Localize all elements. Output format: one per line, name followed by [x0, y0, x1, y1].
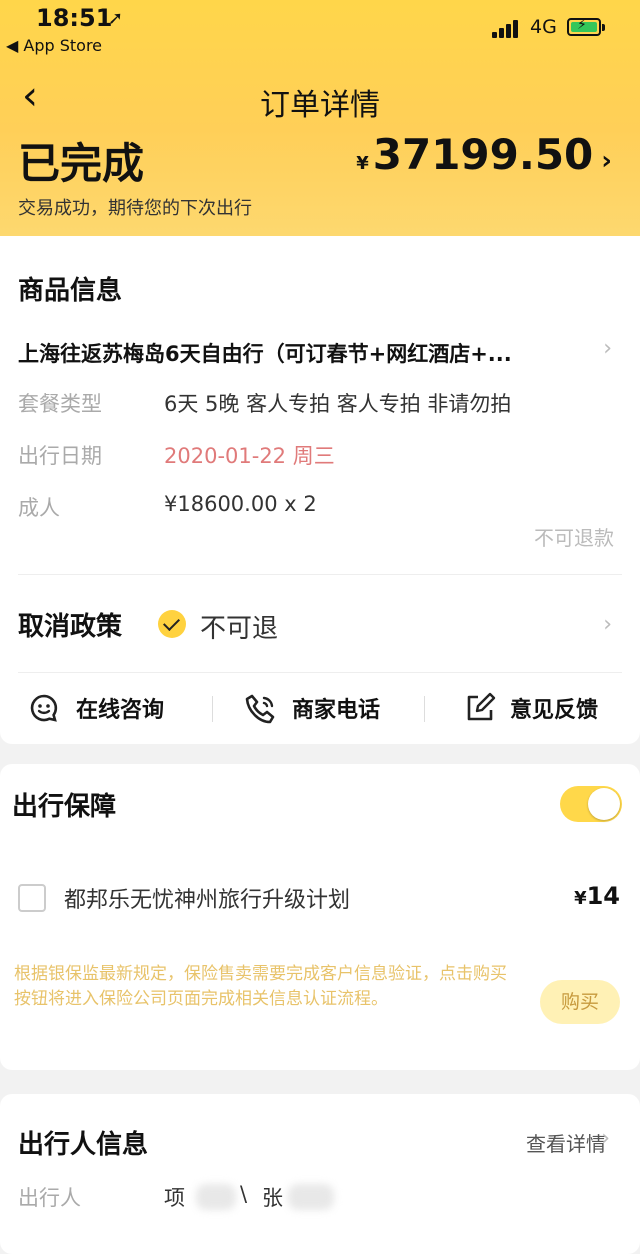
row-label-adult: 成人 [18, 496, 60, 520]
merchant-phone-button[interactable]: 商家电话 [244, 686, 394, 730]
status-time: 18:51 [36, 4, 113, 32]
currency-symbol: ¥ [574, 888, 587, 909]
battery-tip [602, 24, 605, 31]
action-label: 在线咨询 [76, 698, 165, 723]
online-consult-button[interactable]: 在线咨询 [28, 686, 178, 730]
traveler-name-2: 张 [262, 1186, 283, 1210]
divider [18, 672, 622, 673]
insurance-toggle[interactable] [560, 786, 622, 822]
order-amount[interactable]: ¥37199.50 › [356, 130, 612, 179]
order-status: 已完成 [18, 139, 145, 188]
amount-value: 37199.50 [372, 130, 594, 179]
check-icon [158, 610, 186, 638]
traveler-label: 出行人 [18, 1186, 81, 1210]
traveler-card [0, 1094, 640, 1254]
divider [18, 574, 622, 575]
cancel-policy-title: 取消政策 [18, 612, 123, 642]
currency-symbol: ¥ [356, 153, 369, 174]
plan-name[interactable]: 都邦乐无忧神州旅行升级计划 [64, 882, 350, 914]
cancel-policy-value[interactable]: 不可退 [200, 608, 278, 645]
chevron-right-icon[interactable]: › [603, 612, 612, 637]
row-value-adult: ¥18600.00 x 2 [164, 492, 317, 516]
plan-price-value: 14 [586, 882, 620, 910]
redacted-name [288, 1184, 334, 1210]
battery-icon: ⚡ [567, 17, 601, 36]
refund-note: 不可退款 [534, 526, 614, 550]
view-details-link[interactable]: 查看详情 [526, 1128, 606, 1157]
chat-icon [30, 694, 58, 722]
redacted-name [196, 1184, 236, 1210]
plan-price: ¥14 [574, 882, 620, 910]
order-subtitle: 交易成功，期待您的下次出行 [18, 198, 252, 219]
divider [212, 696, 213, 722]
row-value-date: 2020-01-22 周三 [164, 444, 335, 468]
chevron-right-icon: › [601, 146, 612, 176]
product-card [0, 236, 640, 744]
plan-checkbox[interactable] [18, 884, 46, 912]
phone-icon [245, 694, 275, 724]
traveler-title: 出行人信息 [18, 1130, 149, 1160]
page-title: 订单详情 [260, 88, 380, 123]
product-section-title: 商品信息 [18, 276, 123, 306]
action-bar: 在线咨询 商家电话 意见反馈 [0, 686, 640, 730]
row-label-date: 出行日期 [18, 444, 102, 468]
feedback-button[interactable]: 意见反馈 [464, 686, 614, 730]
product-name[interactable]: 上海往返苏梅岛6天自由行（可订春节+网红酒店+... [18, 338, 512, 368]
buy-button[interactable]: 购买 [540, 980, 620, 1024]
divider [424, 696, 425, 722]
row-value-package: 6天 5晚 客人专拍 客人专拍 非请勿拍 [164, 392, 512, 416]
status-bar: 18:51 ➚ ◀ App Store 4G ⚡ [0, 0, 640, 60]
chevron-right-icon[interactable]: › [601, 1126, 610, 1151]
insurance-title: 出行保障 [12, 792, 117, 822]
traveler-name-1: 项 [164, 1186, 185, 1210]
chevron-right-icon[interactable]: › [603, 336, 612, 361]
network-type: 4G [530, 16, 557, 38]
back-to-app-store[interactable]: ◀ App Store [6, 36, 102, 55]
location-arrow-icon: ➚ [108, 8, 124, 29]
toggle-knob [588, 788, 620, 820]
row-label-package: 套餐类型 [18, 392, 102, 416]
traveler-separator: \ [240, 1182, 248, 1206]
insurance-notice: 根据银保监最新规定，保险售卖需要完成客户信息验证，点击购买按钮将进入保险公司页面… [14, 964, 507, 1009]
signal-icon [492, 18, 524, 38]
action-label: 意见反馈 [510, 698, 599, 723]
edit-icon [467, 692, 496, 721]
action-label: 商家电话 [292, 698, 381, 723]
